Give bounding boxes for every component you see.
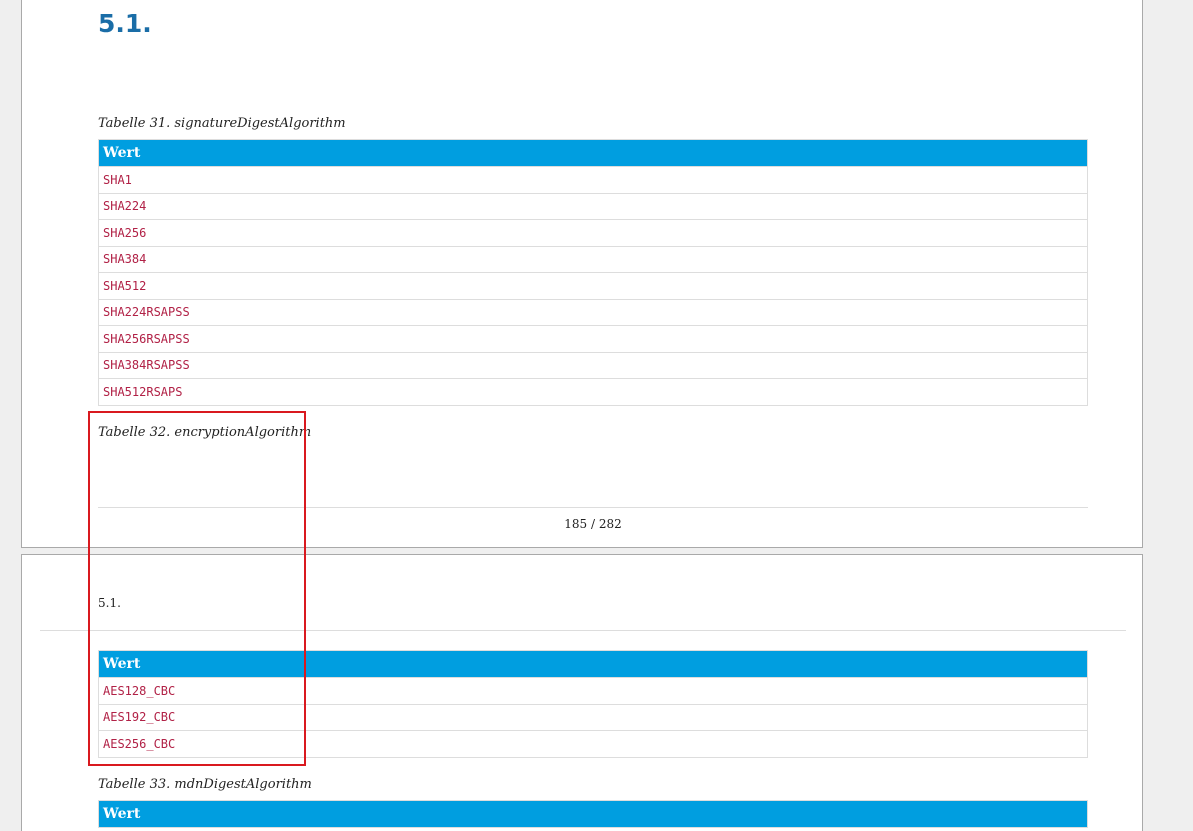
column-header-wert: Wert	[99, 801, 1088, 828]
table-row: SHA256RSAPSS	[99, 326, 1088, 353]
table-cell: SHA512	[99, 273, 1088, 300]
table-header-row: Wert	[99, 801, 1088, 828]
table-row: AES128_CBC	[99, 678, 1088, 705]
document-viewer[interactable]: 5.1. Tabelle 31. signatureDigestAlgorith…	[0, 0, 1193, 831]
table-32-encryption-algorithm: Wert AES128_CBC AES192_CBC AES256_CBC	[98, 650, 1088, 758]
table-cell: AES256_CBC	[99, 731, 1088, 758]
page-number: 185 / 282	[98, 517, 1088, 531]
table-cell: SHA384RSAPSS	[99, 352, 1088, 379]
table-row: SHA224	[99, 193, 1088, 220]
table-32-caption: Tabelle 32. encryptionAlgorithm	[98, 425, 311, 440]
document-page-186: 5.1. Wert AES128_CBC AES192_CBC AES256_C…	[21, 554, 1143, 831]
document-page-185: 5.1. Tabelle 31. signatureDigestAlgorith…	[21, 0, 1143, 548]
column-header-wert: Wert	[99, 651, 1088, 678]
table-cell: SHA224	[99, 193, 1088, 220]
table-cell: SHA1	[99, 167, 1088, 194]
table-row: SHA256	[99, 220, 1088, 247]
table-33-caption: Tabelle 33. mdnDigestAlgorithm	[98, 777, 312, 792]
section-heading: 5.1.	[98, 9, 152, 38]
table-cell: SHA512RSAPS	[99, 379, 1088, 406]
table-row: SHA512	[99, 273, 1088, 300]
table-row: AES256_CBC	[99, 731, 1088, 758]
table-cell: SHA256RSAPSS	[99, 326, 1088, 353]
table-row: SHA384	[99, 246, 1088, 273]
table-cell: SHA256	[99, 220, 1088, 247]
table-header-row: Wert	[99, 651, 1088, 678]
column-header-wert: Wert	[99, 140, 1088, 167]
table-31-signature-digest-algorithm: Wert SHA1 SHA224 SHA256 SHA384 SHA512 SH…	[98, 139, 1088, 406]
running-header: 5.1.	[98, 596, 121, 610]
table-row: AES192_CBC	[99, 704, 1088, 731]
table-row: SHA224RSAPSS	[99, 299, 1088, 326]
table-row: SHA512RSAPS	[99, 379, 1088, 406]
footer-divider	[98, 507, 1088, 508]
table-row: SHA384RSAPSS	[99, 352, 1088, 379]
table-cell: SHA384	[99, 246, 1088, 273]
table-header-row: Wert	[99, 140, 1088, 167]
table-cell: AES128_CBC	[99, 678, 1088, 705]
table-row: SHA1	[99, 167, 1088, 194]
table-33-mdn-digest-algorithm: Wert	[98, 800, 1088, 828]
table-cell: SHA224RSAPSS	[99, 299, 1088, 326]
header-divider	[40, 630, 1126, 631]
table-31-caption: Tabelle 31. signatureDigestAlgorithm	[98, 116, 346, 131]
table-cell: AES192_CBC	[99, 704, 1088, 731]
